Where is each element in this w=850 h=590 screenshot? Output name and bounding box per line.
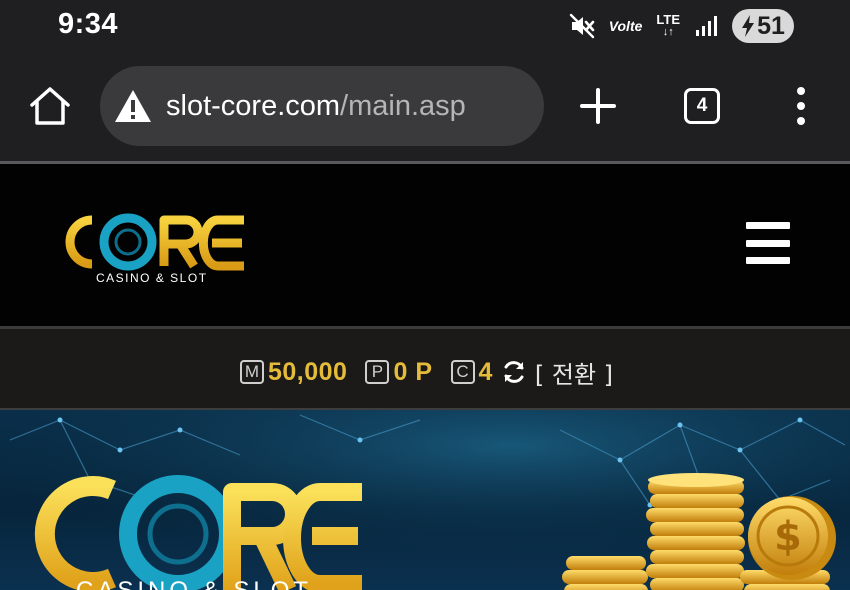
- balance-summary: M 50,000 P 0 P C 4 [ 전환 ]: [240, 355, 613, 389]
- more-vert-icon[interactable]: [790, 86, 812, 126]
- tabs-icon[interactable]: 4: [684, 88, 720, 124]
- banner-tagline: CASINO & SLOT: [76, 577, 312, 590]
- mute-icon: [569, 13, 594, 39]
- url-host: slot-core.com: [166, 89, 341, 122]
- status-time: 9:34: [58, 8, 119, 40]
- core-logo[interactable]: CASINO & SLOT: [62, 208, 252, 288]
- battery-charging-icon: 51: [732, 9, 794, 43]
- home-icon[interactable]: [28, 84, 72, 128]
- money-value: 50,000: [268, 357, 348, 386]
- banner-graphic: CASINO & SLOT: [0, 410, 850, 590]
- hero-banner: CASINO & SLOT: [0, 410, 850, 590]
- lte-icon: LTE ↓↑: [656, 12, 680, 38]
- svg-text:$: $: [774, 514, 802, 560]
- signal-icon: [696, 16, 717, 36]
- coupon-value: 4: [478, 357, 493, 386]
- logo-tagline: CASINO & SLOT: [96, 271, 208, 285]
- dollar-coin: $: [748, 496, 836, 580]
- battery-level: 51: [757, 11, 785, 40]
- address-bar[interactable]: slot-core.com/main.asp: [100, 66, 544, 146]
- volte-icon: Volte: [608, 18, 643, 34]
- point-value: 0 P: [393, 357, 433, 386]
- point-badge: P: [365, 360, 390, 384]
- url-path: /main.asp: [340, 89, 466, 122]
- hamburger-icon[interactable]: [746, 222, 790, 264]
- coupon-badge: C: [450, 360, 475, 384]
- browser-toolbar: slot-core.com/main.asp 4: [0, 52, 850, 162]
- convert-button[interactable]: [ 전환 ]: [535, 355, 613, 390]
- status-bar: 9:34 Volte LTE ↓↑ 51: [0, 0, 850, 52]
- balance-bar: M 50,000 P 0 P C 4 [ 전환 ]: [0, 329, 850, 409]
- status-icons: Volte LTE ↓↑ 51: [569, 9, 794, 43]
- site-header: CASINO & SLOT: [0, 164, 850, 326]
- plus-icon[interactable]: [578, 86, 618, 126]
- refresh-icon[interactable]: [501, 359, 527, 385]
- money-badge: M: [240, 360, 264, 384]
- warning-icon[interactable]: [114, 89, 152, 123]
